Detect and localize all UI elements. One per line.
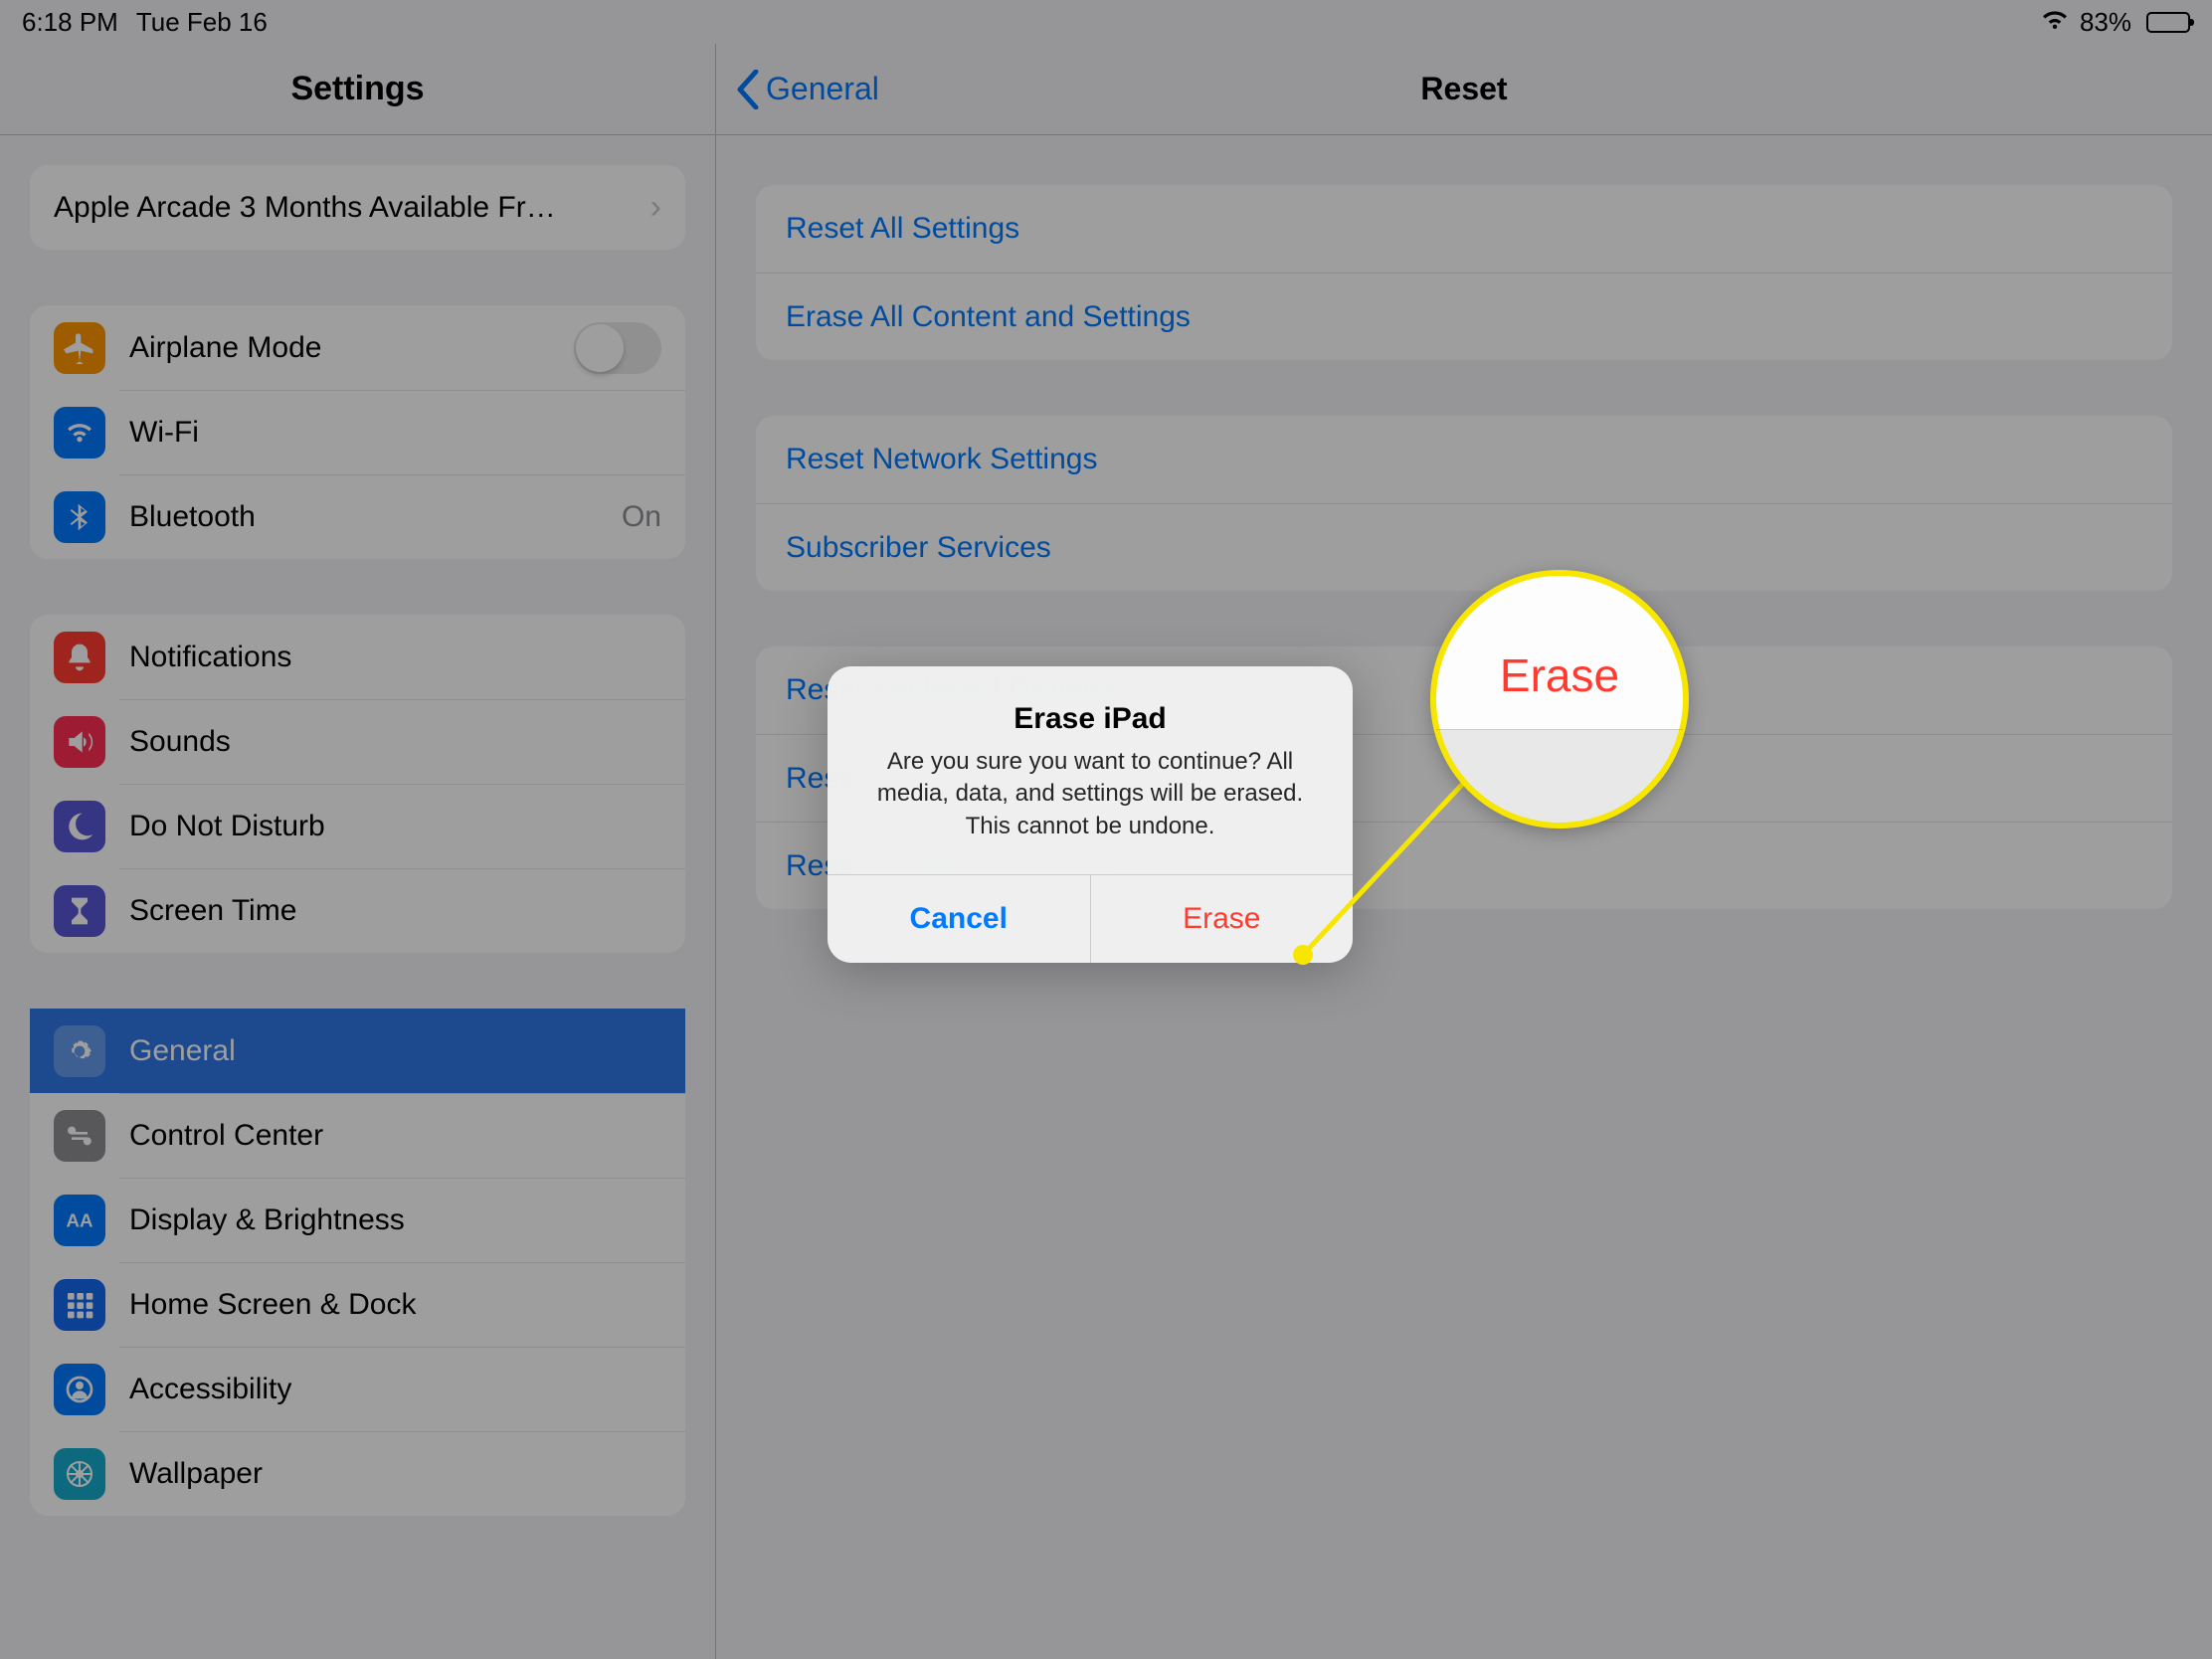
cancel-button[interactable]: Cancel	[828, 875, 1090, 963]
erase-ipad-alert: Erase iPad Are you sure you want to cont…	[828, 666, 1353, 963]
alert-title: Erase iPad	[855, 702, 1325, 736]
alert-message: Are you sure you want to continue? All m…	[855, 746, 1325, 842]
callout-label: Erase	[1500, 648, 1619, 702]
erase-button[interactable]: Erase	[1090, 875, 1354, 963]
callout-erase-highlight: Erase	[1430, 570, 1689, 829]
